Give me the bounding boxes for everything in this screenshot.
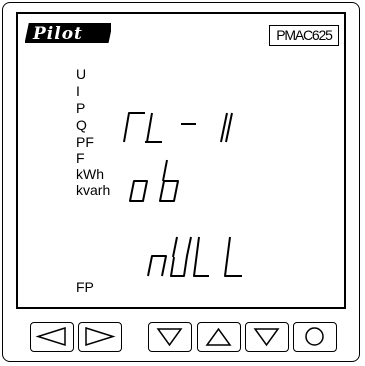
down-button[interactable] (148, 322, 192, 352)
up-button[interactable] (197, 322, 241, 352)
circle-icon (305, 327, 324, 346)
left-button[interactable] (30, 322, 74, 352)
right-arrow-icon (85, 326, 116, 347)
segment-line-1 (123, 112, 233, 143)
segment-display (123, 112, 242, 277)
down-arrow-icon (156, 328, 183, 347)
left-arrow-icon (35, 326, 66, 347)
right-button[interactable] (78, 322, 122, 352)
up-arrow-icon (205, 327, 232, 346)
svg-text:Pilot: Pilot (32, 24, 83, 44)
enter-button[interactable] (245, 322, 289, 352)
segment-line-2 (129, 159, 179, 202)
circle-button[interactable] (293, 322, 337, 352)
down-arrow-icon (253, 328, 280, 347)
segment-line-3 (147, 236, 242, 277)
pilot-logo: Pilot (25, 23, 111, 44)
model-label: PMAC625 (269, 25, 339, 46)
